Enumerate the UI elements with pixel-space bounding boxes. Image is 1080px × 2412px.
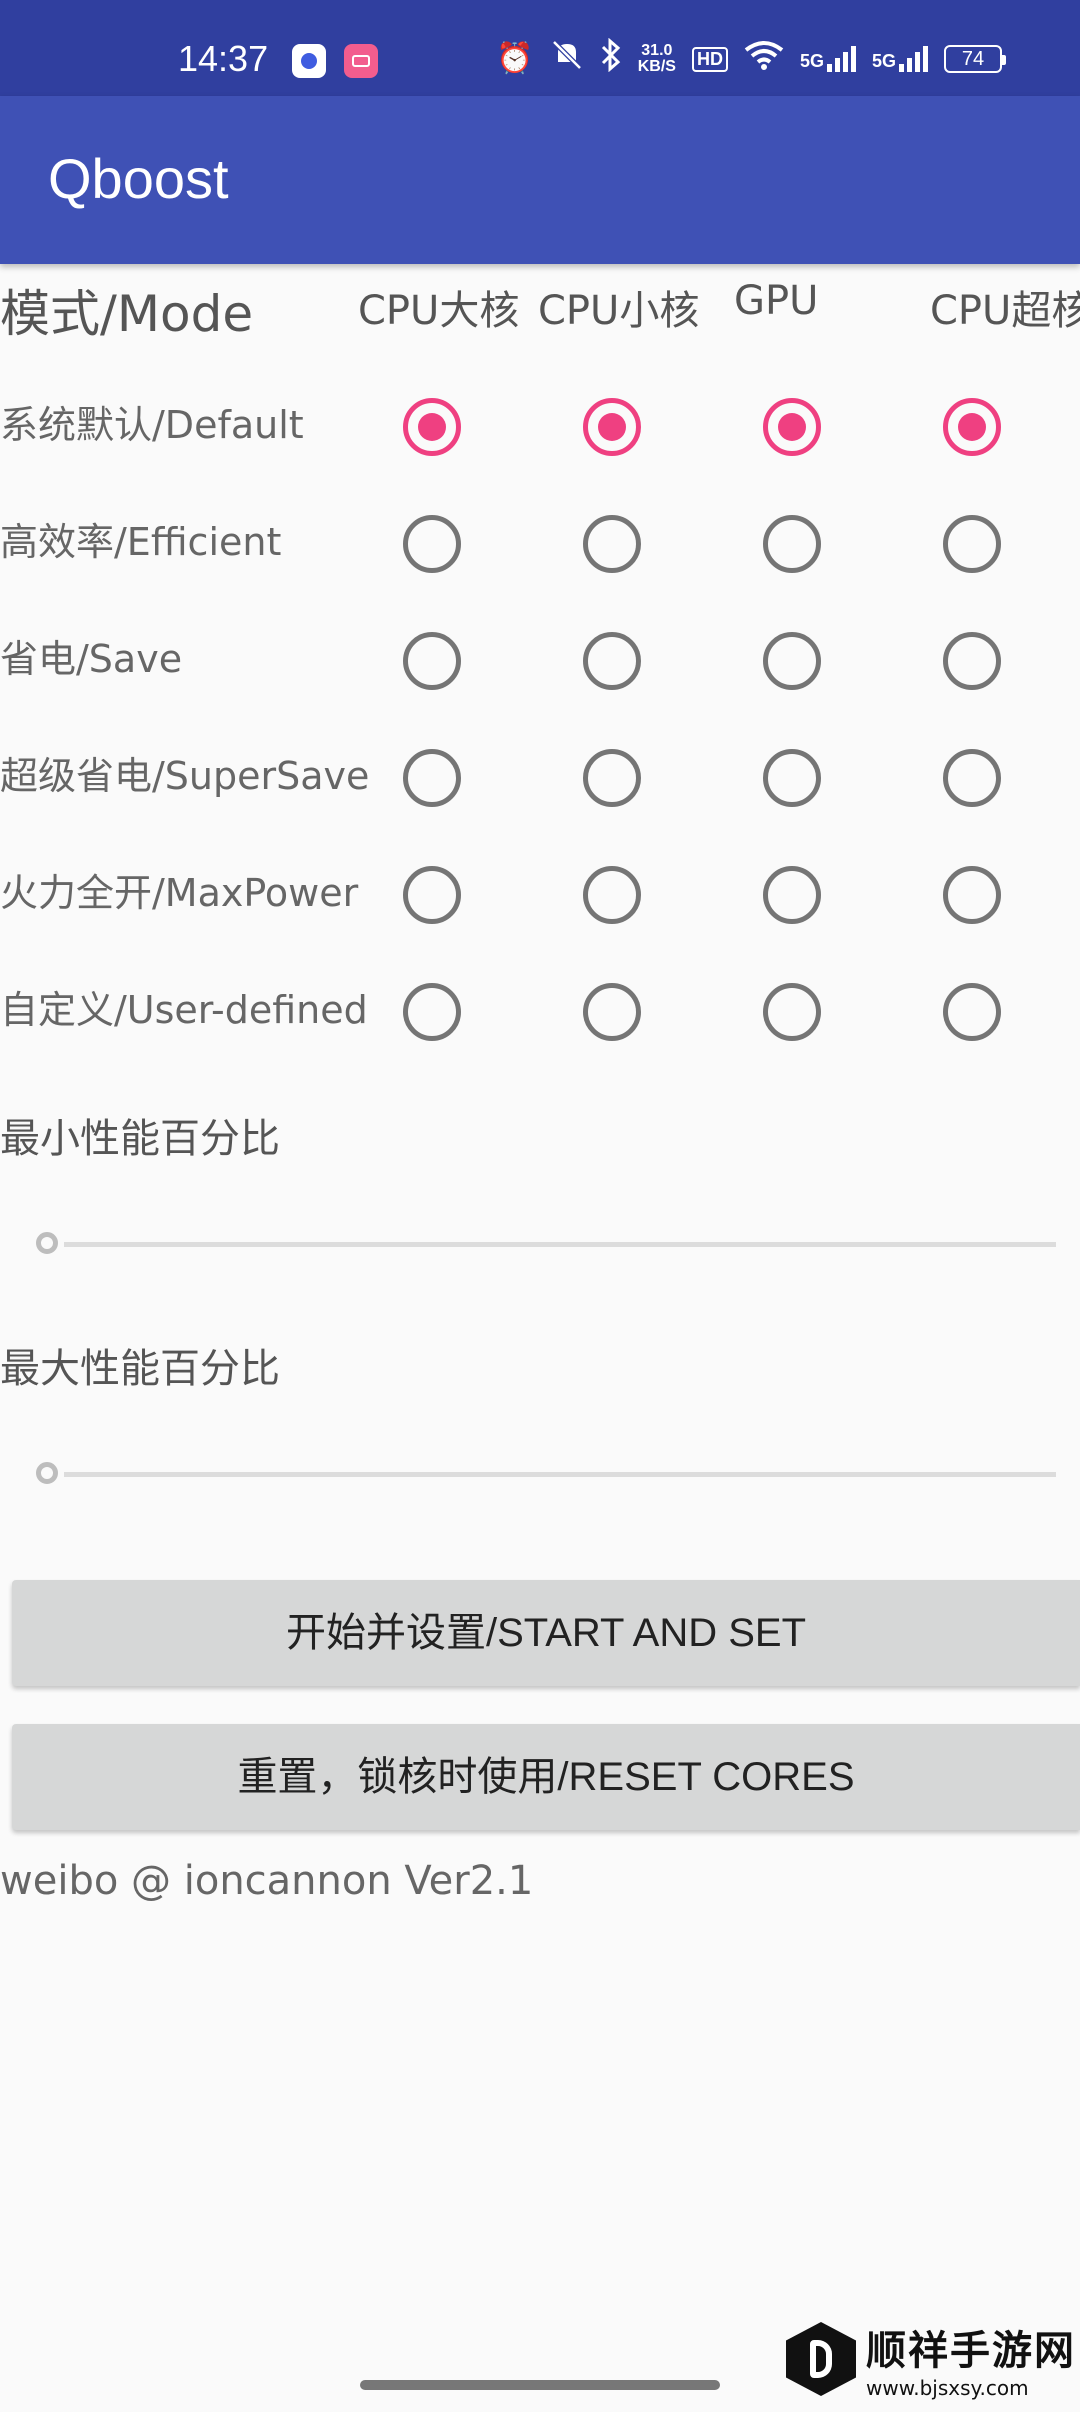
radio-button[interactable] (763, 866, 821, 924)
column-header-cpu-super: CPU超核 (930, 288, 1080, 334)
mode-row: 火力全开/MaxPower (0, 828, 1080, 944)
radio-button[interactable] (583, 749, 641, 807)
app-bar: Qboost (0, 96, 1080, 264)
mode-row-label: 火力全开/MaxPower (0, 871, 359, 915)
radio-button[interactable] (403, 398, 461, 456)
watermark-name: 顺祥手游网 (866, 2328, 1076, 2374)
radio-button[interactable] (583, 632, 641, 690)
baidu-app-icon (292, 44, 326, 78)
radio-button[interactable] (583, 515, 641, 573)
hd-badge: HD (691, 46, 728, 72)
radio-button[interactable] (763, 398, 821, 456)
start-and-set-button[interactable]: 开始并设置/START AND SET (12, 1580, 1080, 1686)
min-performance-label: 最小性能百分比 (0, 1116, 280, 1162)
slider-track (64, 1472, 1056, 1477)
slider-thumb[interactable] (36, 1232, 58, 1254)
min-performance-slider[interactable] (36, 1230, 1056, 1258)
wifi-icon (744, 40, 784, 78)
radio-button[interactable] (763, 983, 821, 1041)
mode-row: 省电/Save (0, 594, 1080, 710)
radio-button[interactable] (943, 983, 1001, 1041)
column-header-gpu: GPU (734, 278, 819, 324)
radio-button[interactable] (763, 749, 821, 807)
radio-button[interactable] (763, 632, 821, 690)
mode-row: 自定义/User-defined (0, 945, 1080, 1061)
reset-cores-button[interactable]: 重置，锁核时使用/RESET CORES (12, 1724, 1080, 1830)
radio-button[interactable] (403, 632, 461, 690)
alarm-icon: ⏰ (496, 41, 534, 76)
column-header-cpu-big: CPU大核 (358, 288, 520, 334)
bilibili-app-icon (344, 44, 378, 78)
status-time: 14:37 (178, 38, 269, 79)
column-header-cpu-little: CPU小核 (538, 288, 700, 334)
radio-button[interactable] (403, 983, 461, 1041)
max-performance-label: 最大性能百分比 (0, 1346, 280, 1392)
battery-icon: 74 (944, 45, 1006, 73)
mode-row: 系统默认/Default (0, 360, 1080, 476)
status-bar: 14:37 ⏰ 31.0 KB/S HD 5G 5G 74 (0, 0, 1080, 96)
radio-button[interactable] (583, 983, 641, 1041)
mode-row-label: 省电/Save (0, 637, 183, 681)
radio-button[interactable] (403, 515, 461, 573)
mode-row-label: 自定义/User-defined (0, 988, 368, 1032)
max-performance-slider[interactable] (36, 1460, 1056, 1488)
mode-header: 模式/Mode (0, 285, 254, 343)
mode-row-label: 超级省电/SuperSave (0, 754, 370, 798)
mode-row: 超级省电/SuperSave (0, 711, 1080, 827)
watermark-url: www.bjsxsy.com (866, 2376, 1029, 2400)
radio-button[interactable] (943, 515, 1001, 573)
radio-button[interactable] (943, 398, 1001, 456)
status-icons: ⏰ 31.0 KB/S HD 5G 5G 74 (496, 37, 1006, 80)
mode-row: 高效率/Efficient (0, 477, 1080, 593)
mode-row-label: 系统默认/Default (0, 403, 304, 447)
radio-button[interactable] (583, 398, 641, 456)
signal-icon: 5G (800, 46, 856, 72)
watermark-logo-icon (786, 2322, 856, 2396)
radio-button[interactable] (943, 749, 1001, 807)
app-title: Qboost (48, 147, 229, 210)
radio-button[interactable] (943, 632, 1001, 690)
watermark: 顺祥手游网 www.bjsxsy.com (786, 2318, 1076, 2400)
radio-button[interactable] (943, 866, 1001, 924)
home-indicator[interactable] (360, 2380, 720, 2390)
slider-track (64, 1242, 1056, 1247)
radio-button[interactable] (403, 749, 461, 807)
radio-button[interactable] (403, 866, 461, 924)
slider-thumb[interactable] (36, 1462, 58, 1484)
signal-icon-2: 5G (872, 46, 928, 72)
network-speed: 31.0 KB/S (637, 42, 676, 75)
radio-button[interactable] (583, 866, 641, 924)
bluetooth-icon (600, 37, 622, 80)
mute-icon (550, 38, 584, 80)
mode-row-label: 高效率/Efficient (0, 520, 282, 564)
version-text: weibo @ ioncannon Ver2.1 (0, 1858, 534, 1904)
radio-button[interactable] (763, 515, 821, 573)
